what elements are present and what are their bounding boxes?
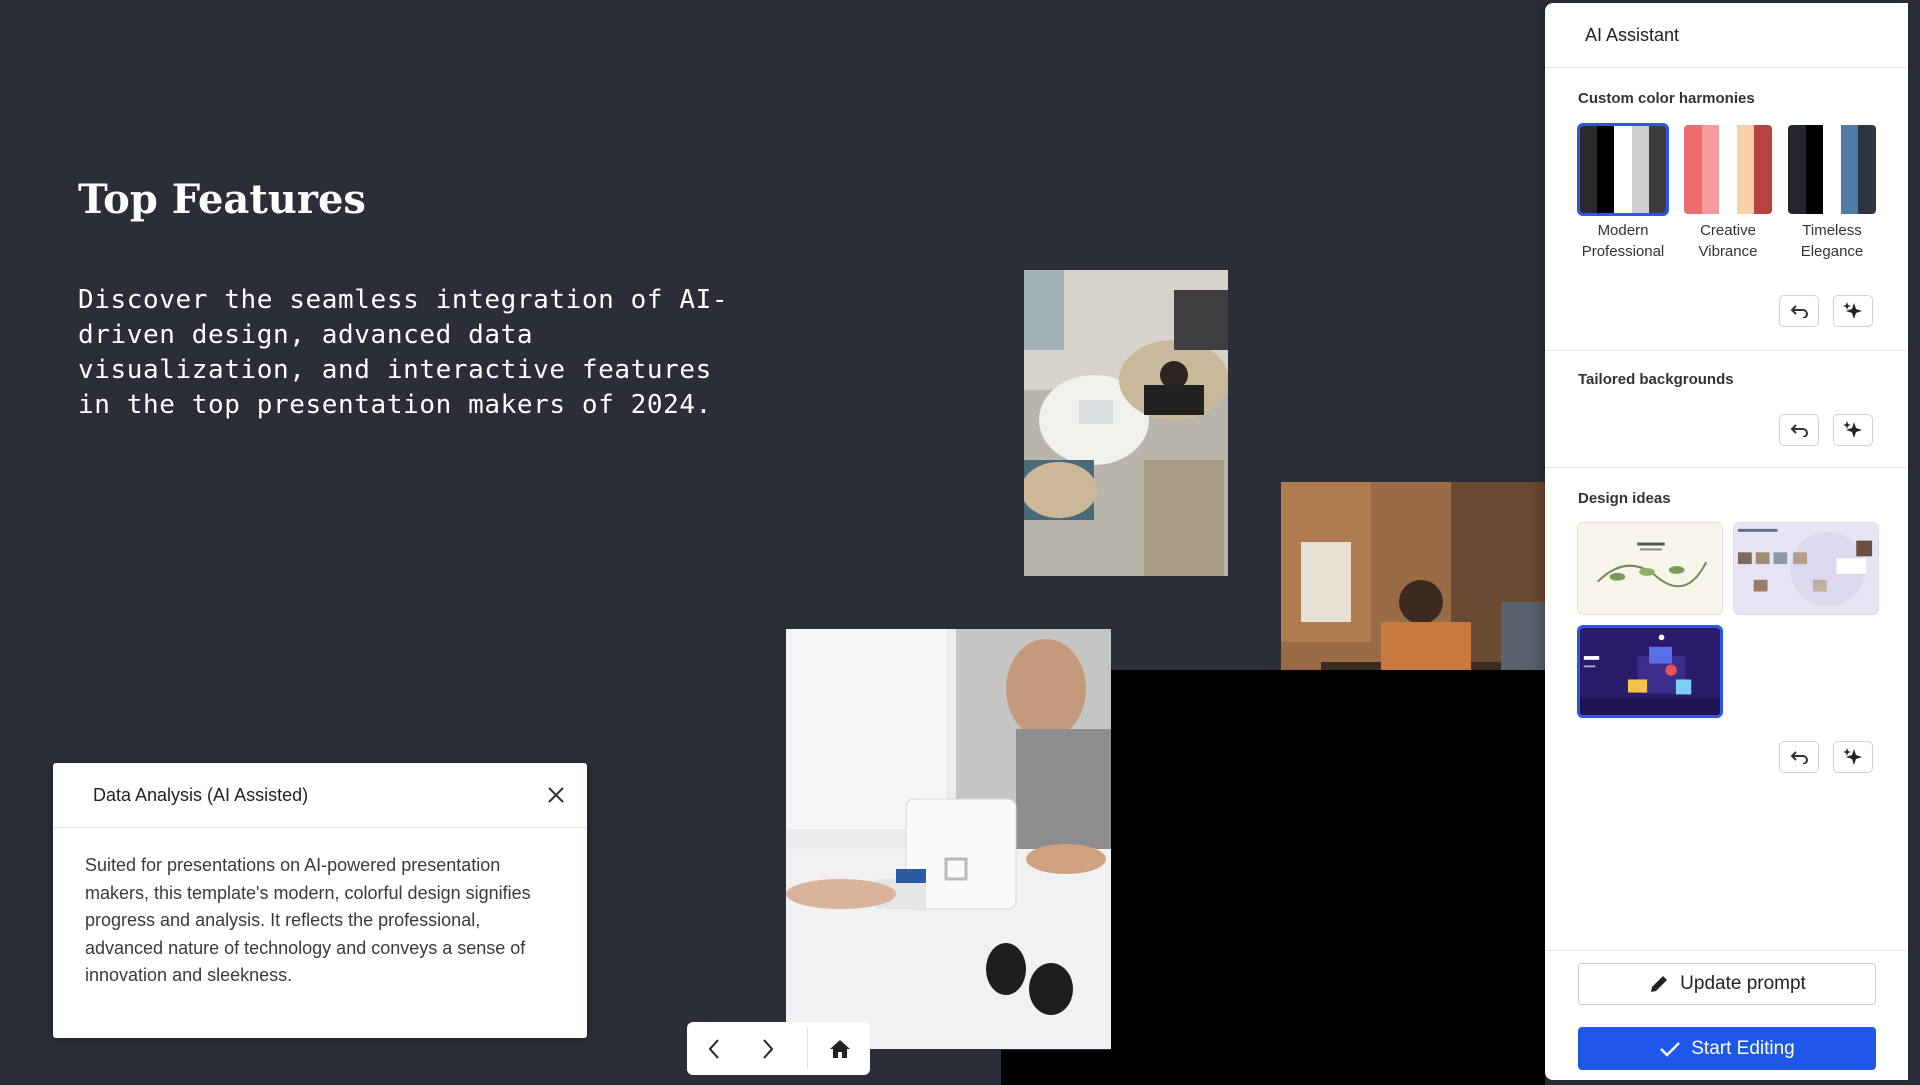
undo-backgrounds-button[interactable] — [1779, 414, 1819, 446]
chevron-left-icon — [708, 1038, 719, 1059]
regenerate-harmonies-button[interactable] — [1833, 295, 1873, 327]
home-icon — [830, 1039, 850, 1058]
close-icon[interactable] — [547, 786, 565, 804]
regenerate-backgrounds-button[interactable] — [1833, 414, 1873, 446]
pencil-icon — [1651, 976, 1668, 992]
data-analysis-card-header: Data Analysis (AI Assisted) — [53, 763, 587, 828]
sparkle-icon — [1843, 748, 1862, 765]
harmony-label-creative-vibrance: Creative Vibrance — [1698, 222, 1758, 260]
ai-panel-title: AI Assistant — [1585, 24, 1680, 45]
harmony-modern-professional[interactable] — [1577, 123, 1669, 216]
update-prompt-button[interactable]: Update prompt — [1578, 963, 1876, 1005]
ai-assistant-panel: AI Assistant Custom color harmonies Mode… — [1545, 3, 1908, 1080]
design-idea-photo-grid[interactable] — [1733, 522, 1879, 615]
section-divider — [1545, 950, 1908, 951]
previous-slide-button[interactable] — [687, 1022, 741, 1075]
chevron-right-icon — [763, 1038, 774, 1059]
slide-title[interactable]: Top Features — [78, 176, 366, 223]
update-prompt-label: Update prompt — [1680, 973, 1806, 994]
regenerate-design-ideas-button[interactable] — [1833, 741, 1873, 773]
checkmark-icon — [1660, 1041, 1681, 1057]
start-editing-button[interactable]: Start Editing — [1578, 1027, 1876, 1070]
undo-icon — [1790, 751, 1808, 764]
undo-harmonies-button[interactable] — [1779, 295, 1819, 327]
data-analysis-card-title: Data Analysis (AI Assisted) — [93, 784, 309, 805]
harmony-timeless-elegance[interactable] — [1786, 123, 1878, 216]
undo-icon — [1790, 305, 1808, 318]
sparkle-icon — [1843, 302, 1862, 319]
harmony-creative-vibrance[interactable] — [1682, 123, 1774, 216]
black-backdrop-block — [1111, 670, 1545, 1085]
data-analysis-card: Data Analysis (AI Assisted) Suited for p… — [53, 763, 587, 1038]
ai-panel-header: AI Assistant — [1545, 3, 1908, 68]
section-divider — [1545, 350, 1908, 351]
section-divider — [1545, 467, 1908, 468]
slide-navigation — [687, 1022, 870, 1075]
undo-icon — [1790, 424, 1808, 437]
harmony-label-modern-professional: Modern Professional — [1581, 222, 1665, 260]
undo-design-ideas-button[interactable] — [1779, 741, 1819, 773]
nav-separator — [807, 1028, 808, 1069]
harmony-label-timeless-elegance: Timeless Elegance — [1800, 222, 1864, 260]
slide-body-text[interactable]: Discover the seamless integration of AI-… — [78, 283, 738, 423]
design-idea-botanical[interactable] — [1577, 522, 1723, 615]
backgrounds-title: Tailored backgrounds — [1578, 371, 1734, 388]
black-backdrop-block-lower — [1001, 1050, 1111, 1085]
color-harmonies-title: Custom color harmonies — [1578, 90, 1755, 107]
sparkle-icon — [1843, 421, 1862, 438]
start-editing-label: Start Editing — [1691, 1037, 1795, 1059]
design-idea-dark-purple[interactable] — [1577, 625, 1723, 718]
design-ideas-title: Design ideas — [1578, 490, 1671, 507]
data-analysis-card-body: Suited for presentations on AI-powered p… — [85, 855, 531, 985]
next-slide-button[interactable] — [741, 1022, 795, 1075]
home-button[interactable] — [816, 1022, 864, 1075]
photo-lounge-laptop[interactable] — [1024, 270, 1228, 576]
photo-payment-terminal[interactable] — [786, 629, 1111, 1049]
